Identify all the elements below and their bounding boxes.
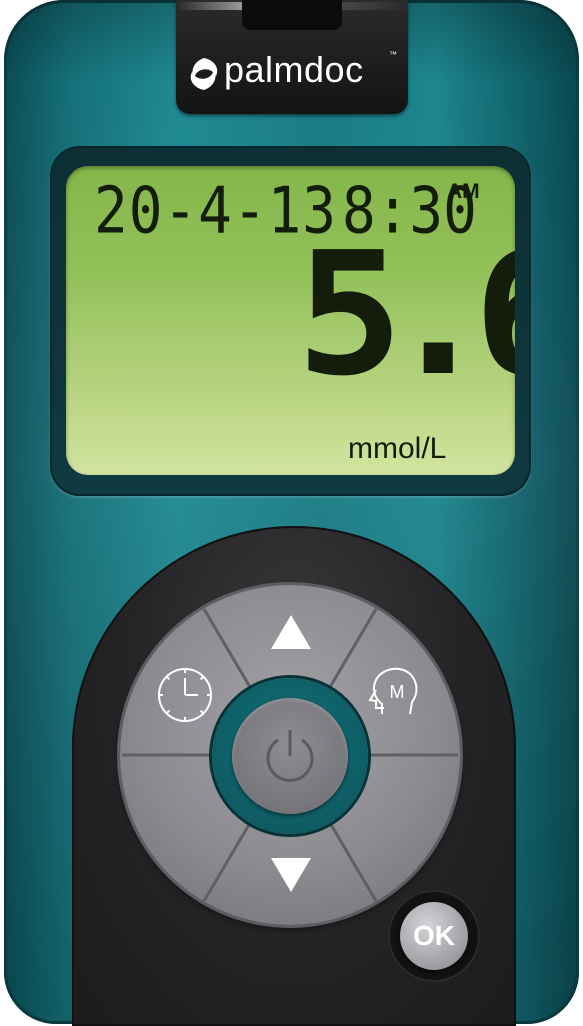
arrow-down-icon [271, 858, 311, 892]
power-icon [266, 730, 314, 782]
am-pm-indicator: AM [447, 180, 480, 203]
ok-button[interactable]: OK [400, 902, 468, 970]
strip-port [242, 0, 342, 30]
trademark-symbol: ™ [389, 50, 397, 59]
logo-plate: palmdoc ™ [176, 0, 408, 114]
arrow-down-button[interactable] [263, 848, 319, 904]
memory-head-icon: M [368, 667, 418, 715]
glucose-reading: 5.6 [296, 216, 515, 414]
power-button[interactable] [232, 698, 348, 814]
clock-icon [158, 668, 212, 722]
leaf-logo-icon [190, 58, 218, 90]
arrow-up-button[interactable] [263, 605, 319, 661]
clock-button[interactable] [150, 660, 220, 730]
brand-name: palmdoc [224, 49, 364, 90]
reading-unit: mmol/L [348, 432, 447, 465]
memory-button[interactable]: M [360, 656, 430, 726]
arrow-up-icon [271, 615, 311, 649]
lcd-display: 20-4-13 8:30 AM 5.6 mmol/L [66, 166, 515, 475]
memory-label: M [390, 682, 405, 702]
